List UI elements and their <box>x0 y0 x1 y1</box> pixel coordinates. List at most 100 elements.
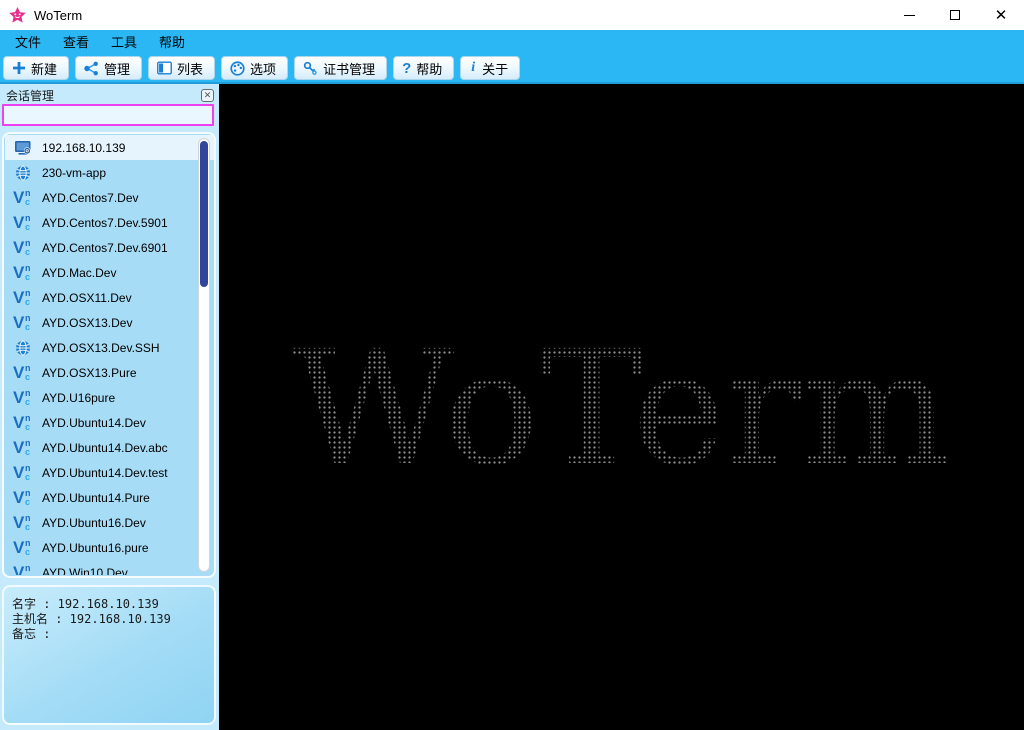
app-star-icon <box>8 6 27 25</box>
search-input[interactable] <box>4 106 212 124</box>
session-row[interactable]: V n c AYD.Ubuntu14.Pure <box>5 485 214 510</box>
session-sidebar: 会话管理 ✕ 192.168.10.139 230-vm-app V n c A… <box>0 84 219 730</box>
session-name: AYD.OSX11.Dev <box>42 290 132 305</box>
window-title: WoTerm <box>34 7 83 23</box>
session-name: AYD.OSX13.Pure <box>42 365 137 380</box>
session-name: AYD.Ubuntu14.Dev.test <box>42 465 168 480</box>
vnc-icon: V n c <box>13 237 31 257</box>
vnc-icon: V n c <box>13 412 31 432</box>
vnc-icon: V n c <box>13 437 31 457</box>
session-name: 192.168.10.139 <box>42 140 126 155</box>
palette-icon <box>230 60 245 76</box>
info-icon: i <box>471 60 476 75</box>
share-icon <box>84 61 99 76</box>
session-row[interactable]: V n c AYD.Ubuntu14.Dev <box>5 410 214 435</box>
session-name: AYD.Ubuntu14.Dev <box>42 415 146 430</box>
vnc-icon: V n c <box>13 487 31 507</box>
session-row[interactable]: V n c AYD.U16pure <box>5 385 214 410</box>
vnc-icon: V n c <box>13 387 31 407</box>
maximize-icon <box>950 10 960 20</box>
list-button[interactable]: 列表 <box>148 56 216 80</box>
session-row[interactable]: V n c AYD.OSX11.Dev <box>5 285 214 310</box>
detail-line: 主机名 : 192.168.10.139 <box>12 612 171 626</box>
maximize-button[interactable] <box>932 0 978 30</box>
terminal-area[interactable]: WoTerm <box>219 84 1024 730</box>
session-row[interactable]: V n c AYD.Ubuntu16.Dev <box>5 510 214 535</box>
question-icon: ? <box>402 59 412 77</box>
session-row[interactable]: 230-vm-app <box>5 160 214 185</box>
plus-icon <box>12 61 26 75</box>
session-name: 230-vm-app <box>42 165 107 180</box>
minimize-icon <box>903 14 915 16</box>
session-name: AYD.Ubuntu16.Dev <box>42 515 146 530</box>
session-name: AYD.Win10.Dev <box>42 565 128 576</box>
window-controls: ✕ <box>886 0 1024 30</box>
session-name: AYD.OSX13.Dev.SSH <box>42 340 160 355</box>
close-icon: ✕ <box>994 6 1008 24</box>
vnc-icon: V n c <box>13 187 31 207</box>
session-name: AYD.Mac.Dev <box>42 265 117 280</box>
session-row[interactable]: AYD.OSX13.Dev.SSH <box>5 335 214 360</box>
options-button[interactable]: 选项 <box>221 56 289 80</box>
session-row[interactable]: V n c AYD.Centos7.Dev.6901 <box>5 235 214 260</box>
globe-icon <box>13 339 33 357</box>
vnc-icon: V n c <box>13 312 31 332</box>
menu-tools[interactable]: 工具 <box>100 30 148 52</box>
menu-help[interactable]: 帮助 <box>148 30 196 52</box>
search-box <box>2 104 214 126</box>
session-row[interactable]: V n c AYD.Ubuntu14.Dev.abc <box>5 435 214 460</box>
certificate-button[interactable]: 证书管理 <box>294 56 388 80</box>
new-session-button[interactable]: 新建 <box>3 56 70 80</box>
session-row[interactable]: 192.168.10.139 <box>5 135 214 160</box>
app-window: WoTerm ✕ 文件 查看 工具 帮助 新建 管理 列表 选项 证书管理 ? … <box>0 0 1024 730</box>
toolbar: 新建 管理 列表 选项 证书管理 ? 帮助 i 关于 <box>0 52 1024 84</box>
session-row[interactable]: V n c AYD.Ubuntu16.pure <box>5 535 214 560</box>
vnc-icon: V n c <box>13 212 31 232</box>
session-row[interactable]: V n c AYD.Centos7.Dev.5901 <box>5 210 214 235</box>
session-list-panel: 192.168.10.139 230-vm-app V n c AYD.Cent… <box>2 132 216 578</box>
close-button[interactable]: ✕ <box>978 0 1024 30</box>
about-button[interactable]: i 关于 <box>460 56 521 80</box>
session-name: AYD.U16pure <box>42 390 116 405</box>
session-name: AYD.Ubuntu16.pure <box>42 540 149 555</box>
session-row[interactable]: V n c AYD.Ubuntu14.Dev.test <box>5 460 214 485</box>
detail-line: 备忘 : <box>12 627 58 641</box>
session-row[interactable]: V n c AYD.OSX13.Dev <box>5 310 214 335</box>
manage-button[interactable]: 管理 <box>75 56 143 80</box>
session-name: AYD.Ubuntu14.Dev.abc <box>42 440 168 455</box>
menu-bar: 文件 查看 工具 帮助 <box>0 30 1024 52</box>
scrollbar-thumb[interactable] <box>200 141 208 287</box>
session-row[interactable]: V n c AYD.Win10.Dev <box>5 560 214 576</box>
vnc-icon: V n c <box>13 512 31 532</box>
panel-icon <box>157 61 172 75</box>
sidebar-title: 会话管理 <box>6 88 55 103</box>
minimize-button[interactable] <box>886 0 932 30</box>
vnc-icon: V n c <box>13 262 31 282</box>
session-details-panel: 名字 : 192.168.10.139 主机名 : 192.168.10.139 备… <box>2 585 216 725</box>
rdp-icon <box>13 139 33 157</box>
globe-icon <box>13 164 33 182</box>
session-row[interactable]: V n c AYD.Centos7.Dev <box>5 185 214 210</box>
vnc-icon: V n c <box>13 287 31 307</box>
sidebar-header: 会话管理 ✕ <box>0 84 219 104</box>
session-name: AYD.Ubuntu14.Pure <box>42 490 150 505</box>
session-name: AYD.Centos7.Dev.5901 <box>42 215 168 230</box>
vnc-icon: V n c <box>13 362 31 382</box>
session-name: AYD.OSX13.Dev <box>42 315 133 330</box>
title-bar: WoTerm ✕ <box>0 0 1024 30</box>
help-button[interactable]: ? 帮助 <box>393 56 455 80</box>
menu-file[interactable]: 文件 <box>4 30 52 52</box>
vnc-icon: V n c <box>13 537 31 557</box>
sidebar-close-icon[interactable]: ✕ <box>201 88 214 102</box>
detail-line: 名字 : 192.168.10.139 <box>12 597 159 611</box>
key-icon <box>303 61 318 76</box>
ascii-art-logo: WoTerm <box>292 317 951 501</box>
session-name: AYD.Centos7.Dev.6901 <box>42 240 168 255</box>
menu-view[interactable]: 查看 <box>52 30 100 52</box>
session-row[interactable]: V n c AYD.OSX13.Pure <box>5 360 214 385</box>
session-name: AYD.Centos7.Dev <box>42 190 139 205</box>
session-row[interactable]: V n c AYD.Mac.Dev <box>5 260 214 285</box>
session-list: 192.168.10.139 230-vm-app V n c AYD.Cent… <box>5 135 214 575</box>
scrollbar-track[interactable] <box>198 138 210 572</box>
vnc-icon: V n c <box>13 562 31 576</box>
